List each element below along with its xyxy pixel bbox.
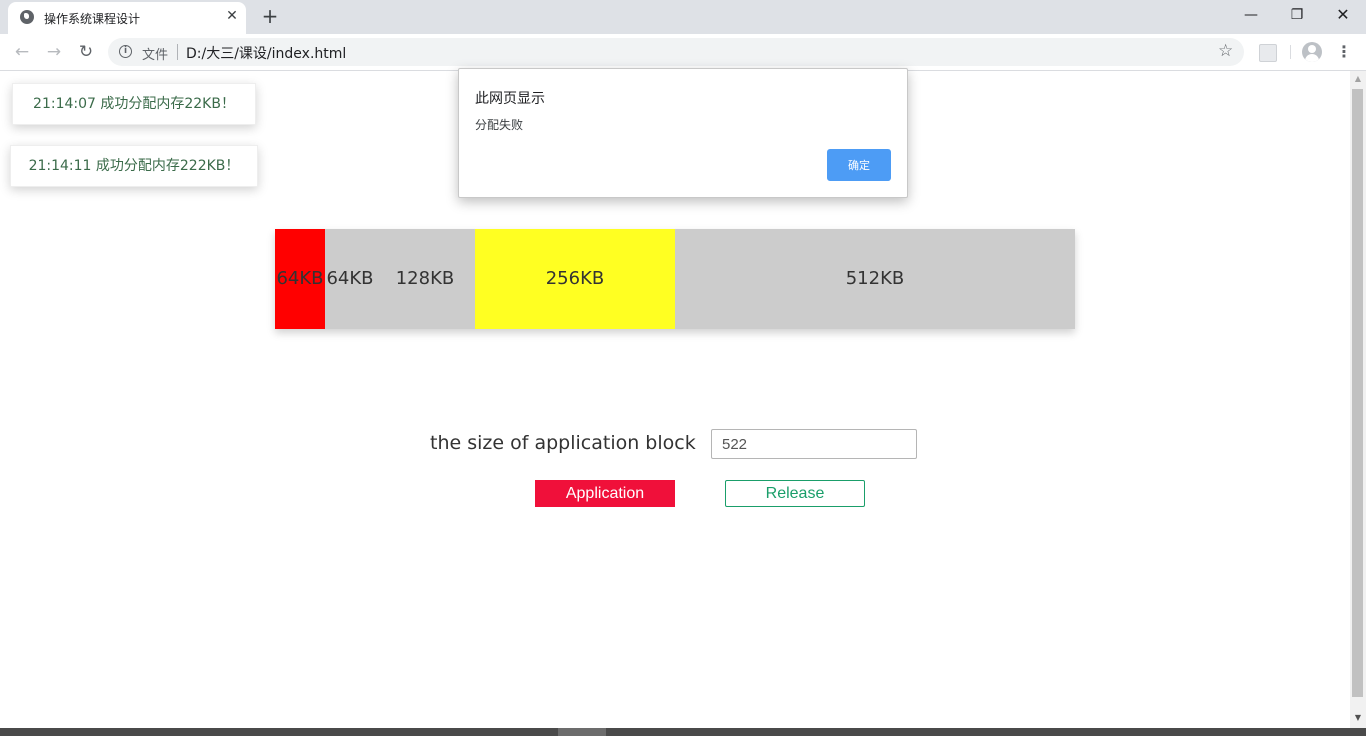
memory-blocks-bar: 64KB 64KB 128KB 256KB 512KB [275,229,1075,329]
alert-message: 分配失败 [475,118,524,132]
address-divider [177,44,178,60]
scroll-up-arrow-icon[interactable]: ▲ [1350,73,1366,85]
restore-window-button[interactable]: ❐ [1274,0,1320,30]
toolbar-divider [1290,45,1291,59]
address-bar[interactable]: i 文件 D:/大三/课设/index.html ☆ [108,38,1244,66]
os-taskbar [0,728,1366,736]
file-scheme-label: 文件 [142,48,169,63]
url-text[interactable]: D:/大三/课设/index.html [186,43,346,63]
close-window-button[interactable]: ✕ [1320,0,1366,30]
new-tab-button[interactable]: + [258,5,282,29]
release-button[interactable]: Release [725,480,865,507]
block-size-label: the size of application block [430,432,696,454]
tab-title: 操作系统课程设计 [44,12,141,26]
block-size-input[interactable] [711,429,917,459]
info-icon[interactable]: i [119,45,132,58]
browser-toolbar: ← → ↻ i 文件 D:/大三/课设/index.html ☆ [0,34,1366,71]
memory-block: 128KB [375,229,475,329]
reload-icon[interactable]: ↻ [72,38,100,66]
memory-block: 64KB [275,229,325,329]
extension-icon[interactable] [1259,44,1277,62]
profile-avatar-icon[interactable] [1302,42,1322,62]
memory-block: 512KB [675,229,1075,329]
close-tab-icon[interactable]: ✕ [224,8,240,24]
minimize-window-button[interactable]: — [1228,0,1274,30]
forward-arrow-icon[interactable]: → [40,38,68,66]
notification-toast: 21:14:11 成功分配内存222KB！ [10,145,258,187]
page-scrollbar[interactable]: ▲ ▼ [1350,71,1366,728]
bookmark-star-icon[interactable]: ☆ [1218,41,1233,61]
notification-toast: 21:14:07 成功分配内存22KB！ [12,83,256,125]
browser-menu-icon[interactable]: ⋮ [1336,40,1352,64]
scroll-down-arrow-icon[interactable]: ▼ [1350,712,1366,724]
alert-ok-button[interactable]: 确定 [827,149,891,181]
alert-dialog: 此网页显示 分配失败 确定 [458,68,908,198]
alert-title: 此网页显示 [475,91,545,107]
tab-strip: 操作系统课程设计 ✕ + — ❐ ✕ [0,0,1366,34]
taskbar-active-item[interactable] [558,728,606,736]
back-arrow-icon[interactable]: ← [8,38,36,66]
scrollbar-thumb[interactable] [1352,89,1363,697]
memory-block: 64KB [325,229,375,329]
application-button[interactable]: Application [535,480,675,507]
memory-block: 256KB [475,229,675,329]
browser-tab[interactable]: 操作系统课程设计 ✕ [8,2,246,34]
globe-icon [20,10,34,24]
